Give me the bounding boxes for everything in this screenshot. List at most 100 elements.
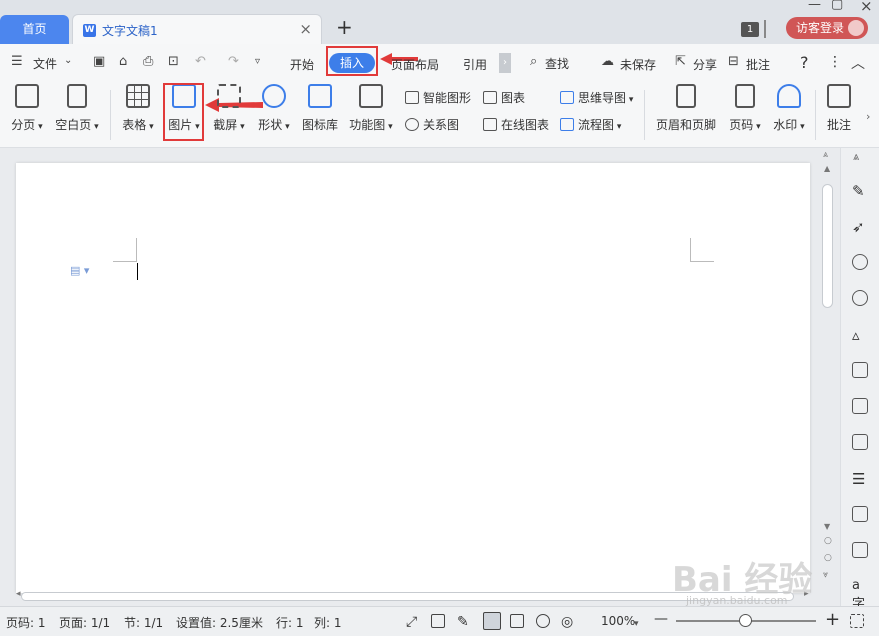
print-preview-icon[interactable]: ⊡ <box>168 54 179 69</box>
function-diagram-icon <box>359 84 383 108</box>
undo-icon[interactable]: ↶ <box>195 54 206 69</box>
sidebar-collapse-icon[interactable]: ⩓ <box>853 150 859 164</box>
outline-view-icon[interactable] <box>510 614 524 628</box>
edit-mode-icon[interactable]: ✎ <box>457 614 471 630</box>
scroll-left-icon[interactable]: ◂ <box>16 589 21 599</box>
table-sidebar-icon[interactable] <box>852 362 868 378</box>
status-page[interactable]: 页面: 1/1 <box>59 614 110 631</box>
find-button[interactable]: 查找 <box>545 55 569 72</box>
search-icon[interactable]: ⌕ <box>530 54 537 69</box>
menu-references[interactable]: 引用 <box>463 56 487 73</box>
help-icon[interactable]: ? <box>800 53 809 72</box>
margin-corner-left <box>113 238 137 262</box>
icon-library-button[interactable]: 图标库 <box>300 84 340 133</box>
bar-chart-icon[interactable] <box>852 434 868 450</box>
new-tab-button[interactable]: + <box>336 17 353 37</box>
vertical-scroll-thumb[interactable] <box>822 184 833 308</box>
table-button[interactable]: 表格 ▾ <box>119 84 157 133</box>
translate-icon[interactable]: a字 <box>852 578 868 612</box>
page-number-button[interactable]: 页码 ▾ <box>726 84 764 133</box>
share-icon[interactable]: ⇱ <box>675 54 686 69</box>
relation-diagram-button[interactable]: 关系图 <box>405 116 459 133</box>
scroll-top-icon[interactable]: ⩓ <box>823 150 828 160</box>
fit-page-icon[interactable] <box>850 614 864 628</box>
minimize-icon[interactable]: — <box>808 0 821 12</box>
redo-icon[interactable]: ↷ <box>228 54 239 69</box>
tab-home[interactable]: 首页 <box>0 15 69 44</box>
annotate-icon[interactable]: ⊟ <box>728 54 739 69</box>
sliders-icon[interactable]: ☰ <box>852 470 868 488</box>
status-row[interactable]: 行: 1 <box>276 614 304 631</box>
scroll-up-icon[interactable]: ▲ <box>824 164 830 173</box>
menu-scroll-right-icon[interactable]: › <box>499 53 511 73</box>
grid-icon[interactable] <box>852 398 868 414</box>
function-diagram-button[interactable]: 功能图 ▾ <box>348 84 394 133</box>
tab-document-label: 文字文稿1 <box>102 24 158 38</box>
login-button[interactable]: 访客登录 <box>786 17 868 39</box>
maximize-icon[interactable]: ▢ <box>831 0 843 12</box>
annotate-button[interactable]: 批注 <box>746 56 770 73</box>
select-browse-icon[interactable]: ○ <box>824 553 832 563</box>
status-section[interactable]: 节: 1/1 <box>124 614 163 631</box>
chevron-down-icon[interactable]: ⌄ <box>64 55 72 66</box>
header-footer-button[interactable]: 页眉和页脚 <box>654 84 718 133</box>
image-icon[interactable] <box>852 506 868 522</box>
next-page-icon[interactable]: ⩔ <box>823 570 828 580</box>
zoom-in-button[interactable]: + <box>825 609 840 630</box>
unsaved-button[interactable]: 未保存 <box>620 56 656 73</box>
menu-page-layout[interactable]: 页面布局 <box>391 56 439 73</box>
online-chart-button[interactable]: 在线图表 <box>483 116 549 133</box>
eye-protect-icon[interactable]: ◎ <box>561 614 575 630</box>
status-column[interactable]: 列: 1 <box>314 614 342 631</box>
paragraph-handle-icon[interactable]: ▤ ▾ <box>70 264 89 277</box>
shapes-icon[interactable] <box>852 290 868 306</box>
watermark-button[interactable]: 水印 ▾ <box>770 84 808 133</box>
quick-access-more-icon[interactable]: ▿ <box>255 56 260 67</box>
window-count-badge[interactable]: 1 <box>741 22 759 37</box>
cursor-icon[interactable]: ➶ <box>852 218 868 236</box>
share-button[interactable]: 分享 <box>693 56 717 73</box>
vertical-scrollbar[interactable]: ⩓ ▲ ▼ ○ ○ ⩔ <box>818 148 838 588</box>
status-page-code[interactable]: 页码: 1 <box>6 614 46 631</box>
document-page[interactable] <box>16 163 810 593</box>
window-list-icon[interactable] <box>764 20 766 38</box>
print-icon[interactable]: ⎙ <box>143 54 153 69</box>
page-break-button[interactable]: 分页 ▾ <box>8 84 46 133</box>
scroll-down-icon[interactable]: ▼ <box>824 522 830 531</box>
badge-icon[interactable] <box>852 254 868 270</box>
save-icon[interactable]: ▣ <box>93 54 105 69</box>
blank-page-button[interactable]: 空白页 ▾ <box>53 84 101 133</box>
hamburger-icon[interactable]: ☰ <box>11 54 23 69</box>
web-view-icon[interactable] <box>536 614 550 628</box>
more-icon[interactable]: ⋮ <box>828 54 842 70</box>
read-mode-icon[interactable] <box>431 614 445 628</box>
shape-button[interactable]: 形状 ▾ <box>255 84 293 133</box>
fullscreen-icon[interactable]: ⤢ <box>406 614 420 630</box>
comment-button[interactable]: 批注 <box>822 84 856 133</box>
zoom-level[interactable]: 100% <box>601 614 635 628</box>
screenshot-button[interactable]: 截屏 ▾ <box>210 84 248 133</box>
menu-start[interactable]: 开始 <box>290 56 314 73</box>
style-icon[interactable]: ▵ <box>852 326 868 344</box>
page-view-icon[interactable] <box>483 612 501 630</box>
zoom-slider-thumb[interactable] <box>739 614 752 627</box>
smart-art-button[interactable]: 智能图形 <box>405 89 471 106</box>
cloud-icon[interactable]: ☁ <box>601 54 614 69</box>
format-painter-icon[interactable]: ⌂ <box>119 54 127 69</box>
status-setting[interactable]: 设置值: 2.5厘米 <box>176 614 263 631</box>
menu-file[interactable]: 文件 <box>33 55 57 72</box>
tab-document[interactable]: W 文字文稿1 × <box>72 14 322 44</box>
collapse-ribbon-icon[interactable]: ︿ <box>851 53 865 73</box>
flow-chart-button[interactable]: 流程图 ▾ <box>560 116 621 133</box>
prev-page-icon[interactable]: ○ <box>824 536 832 546</box>
pen-icon[interactable]: ✎ <box>852 182 868 200</box>
picture-highlight-box <box>163 83 204 141</box>
tab-close-icon[interactable]: × <box>299 20 312 38</box>
zoom-dropdown-icon[interactable]: ▾ <box>634 619 639 629</box>
export-icon[interactable] <box>852 542 868 558</box>
zoom-out-button[interactable]: — <box>654 611 668 627</box>
chart-button[interactable]: 图表 <box>483 89 525 106</box>
window-close-icon[interactable]: × <box>860 0 873 15</box>
ribbon-scroll-right-icon[interactable]: › <box>866 110 870 123</box>
mind-map-button[interactable]: 思维导图 ▾ <box>560 89 633 106</box>
